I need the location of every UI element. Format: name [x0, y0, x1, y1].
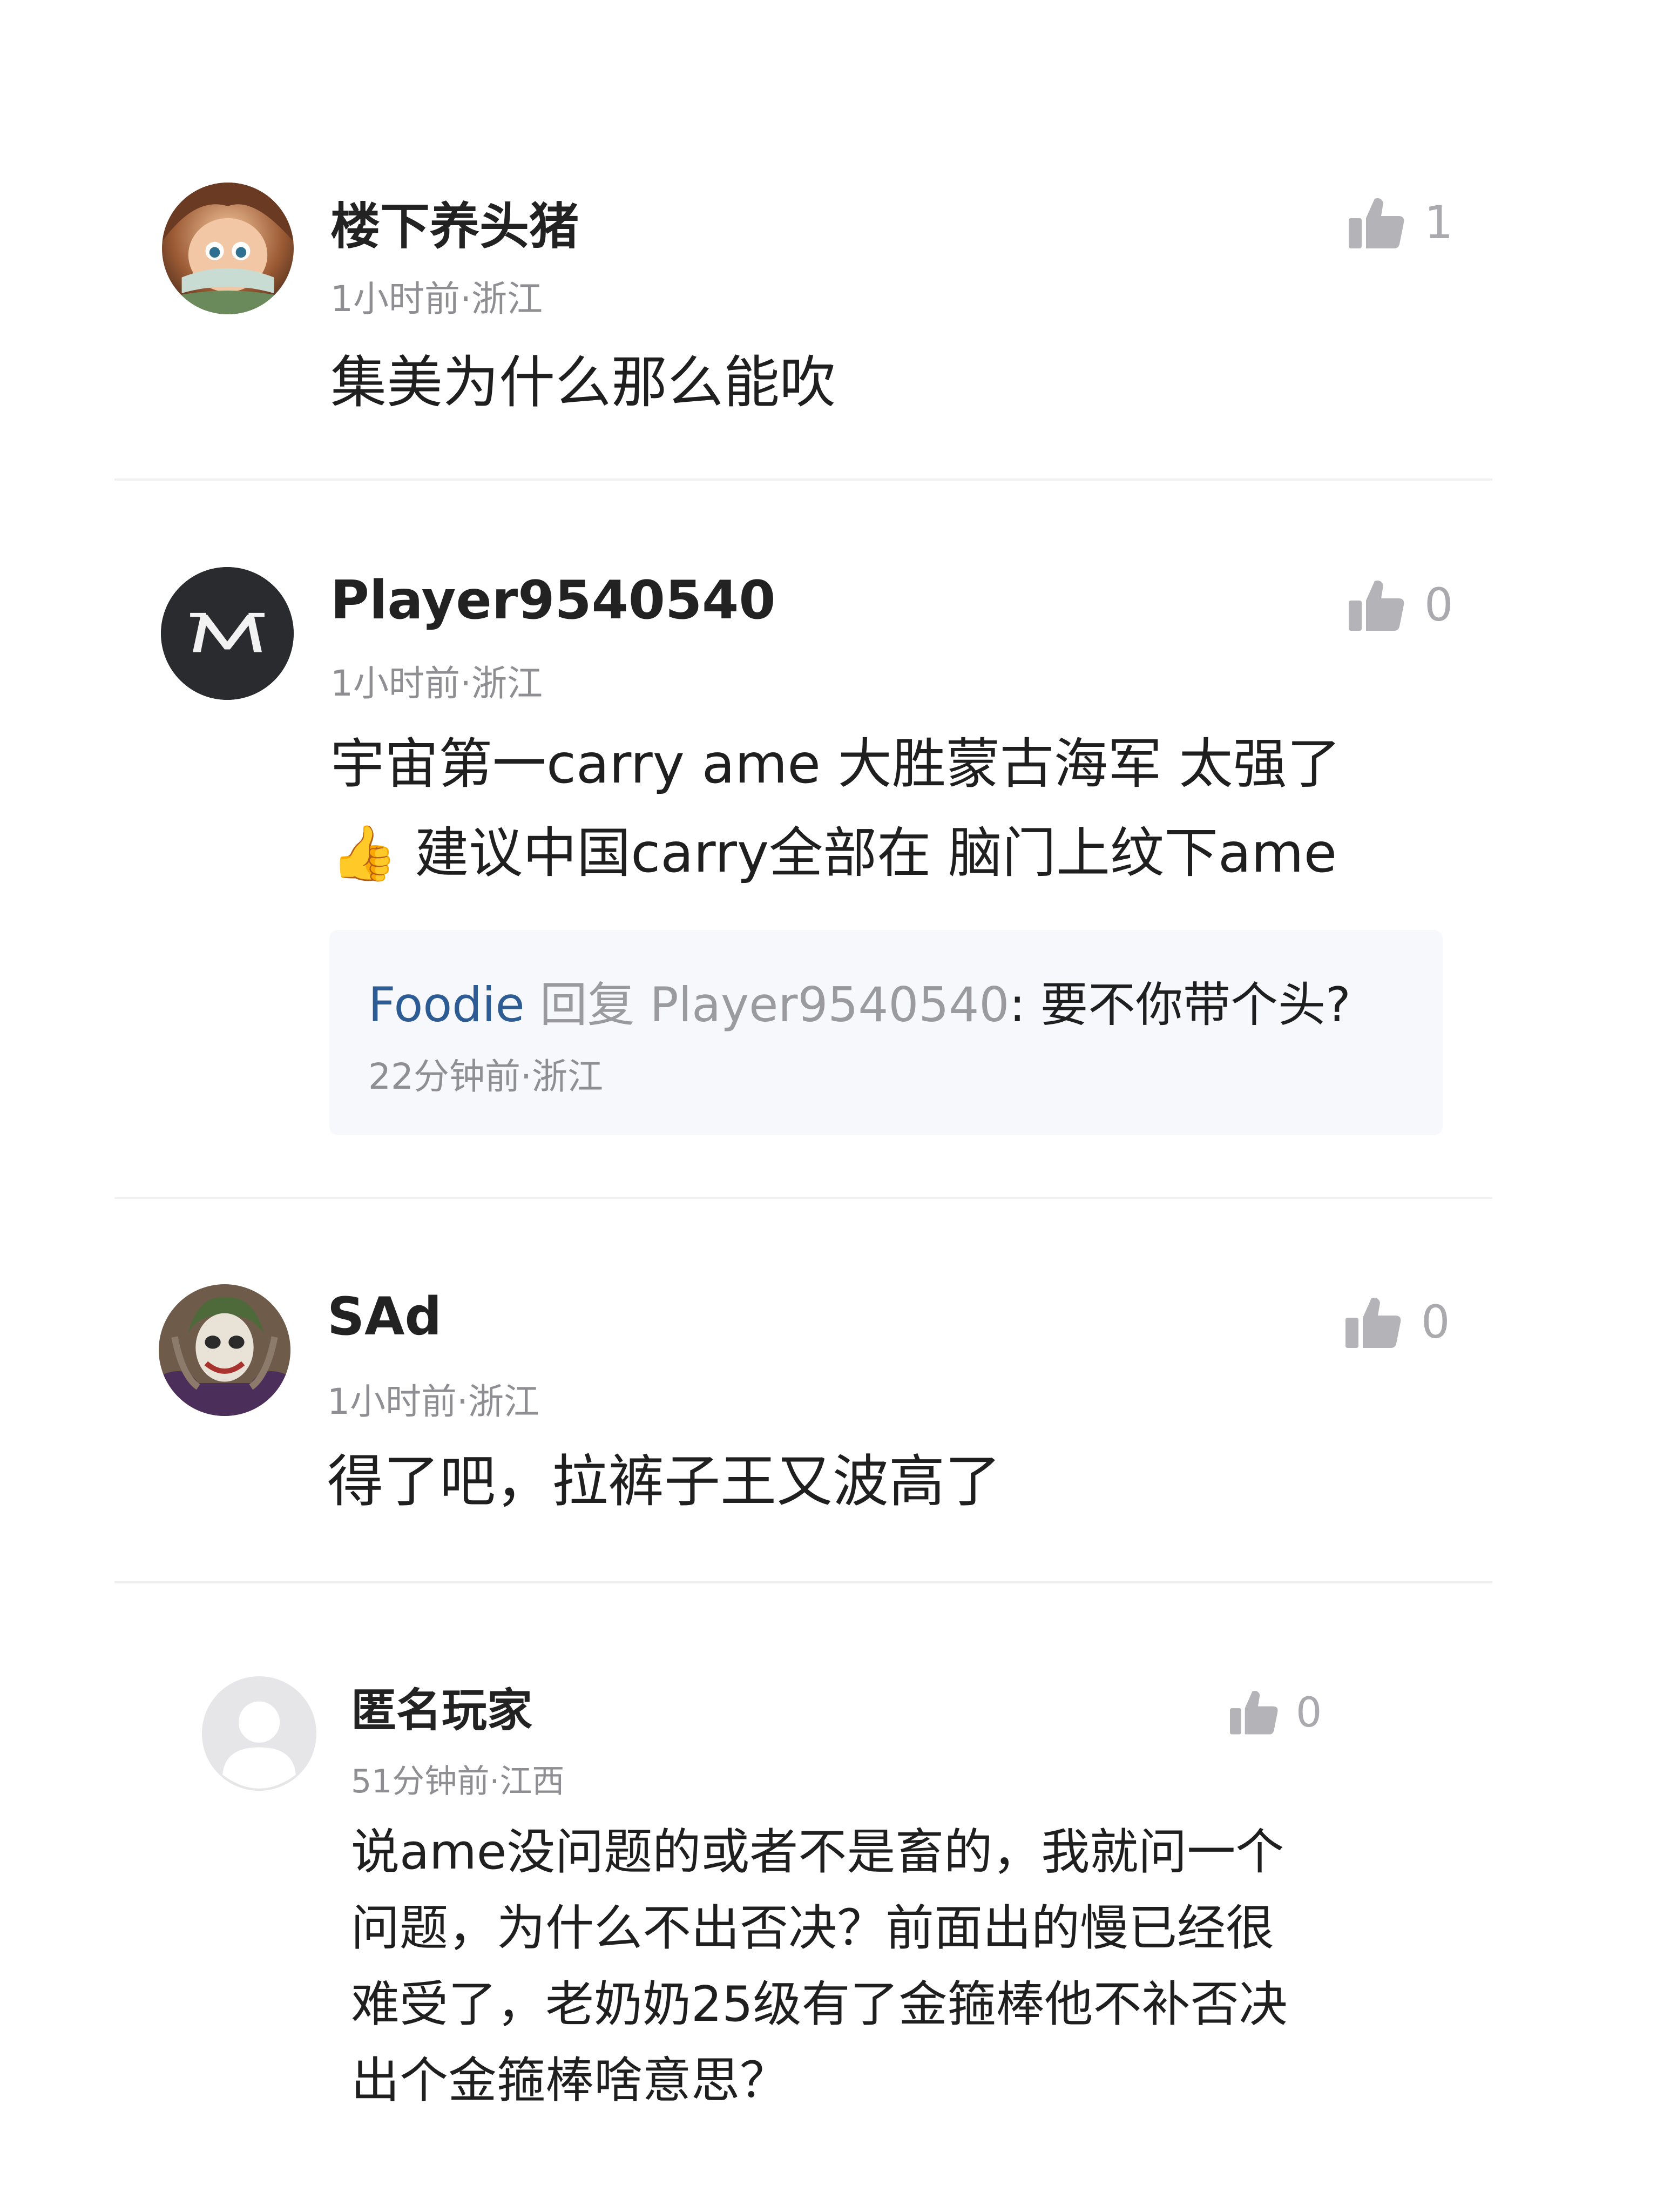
comment-meta: 1小时前·浙江 — [327, 1381, 539, 1422]
avatar[interactable] — [162, 183, 294, 314]
like-button[interactable]: 0 — [1349, 578, 1453, 632]
reply-text: : 要不你带个头? — [1009, 977, 1351, 1033]
comment-meta: 1小时前·浙江 — [330, 663, 543, 704]
like-count: 1 — [1424, 196, 1453, 249]
username[interactable]: 匿名玩家 — [351, 1674, 532, 1739]
like-button[interactable]: 0 — [1345, 1295, 1450, 1349]
default-user-avatar-icon — [202, 1676, 316, 1791]
reply-line: Foodie 回复 Player9540540: 要不你带个头? — [368, 967, 1351, 1035]
comment-text-line-4: 出个金箍棒啥意思？ — [351, 2052, 788, 2109]
reply-target[interactable]: Player9540540 — [650, 977, 1010, 1033]
comment-text-line-2: 👍 建议中国carry全部在 脑门上纹下ame — [330, 821, 1337, 885]
comment-text-line-2: 问题，为什么不出否决？前面出的慢已经很 — [351, 1900, 1274, 1957]
joker-avatar-icon — [159, 1284, 290, 1416]
reply-author[interactable]: Foodie — [368, 977, 525, 1033]
divider — [114, 1197, 1492, 1199]
thumbs-up-icon — [1349, 198, 1404, 248]
comment-meta: 51分钟前·江西 — [351, 1763, 565, 1800]
username[interactable]: Player9540540 — [330, 570, 776, 631]
reply-verb: 回复 — [539, 977, 635, 1033]
avatar[interactable] — [202, 1676, 316, 1791]
avatar[interactable] — [161, 567, 294, 700]
thumbs-up-icon — [1230, 1691, 1278, 1735]
reply-meta: 22分钟前·浙江 — [368, 1056, 603, 1097]
comment-meta: 1小时前·浙江 — [330, 278, 543, 320]
comment-text-line-3: 难受了，老奶奶25级有了金箍棒他不补否决 — [351, 1976, 1288, 2033]
thumbs-up-icon — [1345, 1298, 1401, 1348]
comment-text: 集美为什么那么能吹 — [330, 349, 836, 415]
divider — [114, 1581, 1492, 1583]
like-button[interactable]: 1 — [1349, 195, 1453, 249]
thumbs-up-icon — [1349, 581, 1404, 631]
like-button[interactable]: 0 — [1230, 1688, 1322, 1736]
like-count: 0 — [1296, 1688, 1322, 1736]
username[interactable]: 楼下养头猪 — [330, 186, 579, 258]
m-logo-avatar-icon — [161, 567, 294, 700]
username[interactable]: SAd — [327, 1286, 442, 1347]
reply-box[interactable]: Foodie 回复 Player9540540: 要不你带个头? 22分钟前·浙… — [329, 930, 1443, 1135]
comment-text: 得了吧，拉裤子王又波高了 — [327, 1448, 1002, 1514]
like-count: 0 — [1421, 1296, 1450, 1348]
divider — [114, 478, 1492, 481]
comment-text-line-1: 宇宙第一carry ame 大胜蒙古海军 太强了 — [330, 732, 1341, 795]
avatar[interactable] — [159, 1284, 290, 1416]
cartoon-girl-avatar-icon — [162, 183, 294, 314]
like-count: 0 — [1424, 578, 1453, 631]
comment-text-line-1: 说ame没问题的或者不是畜的，我就问一个 — [351, 1824, 1284, 1880]
